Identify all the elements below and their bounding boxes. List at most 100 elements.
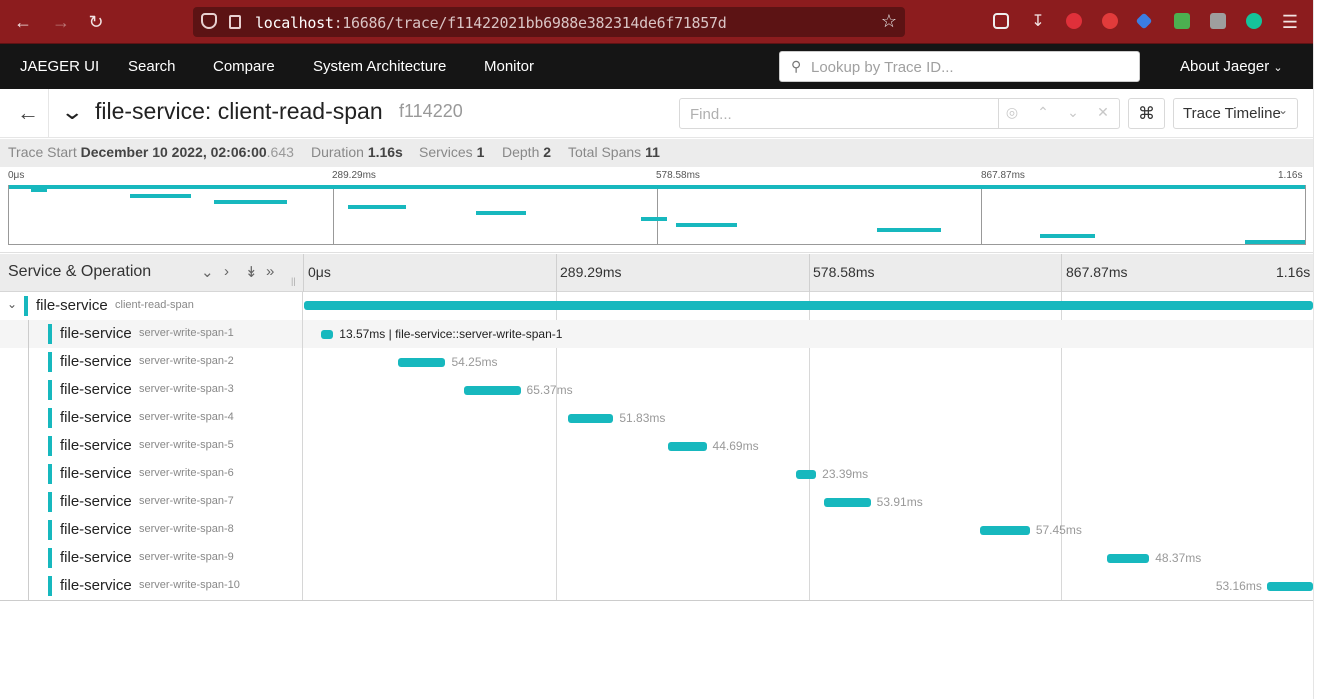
minimap-canvas[interactable] [8, 185, 1306, 245]
span-duration-bar[interactable] [568, 414, 614, 423]
column-resize-handle[interactable]: || [291, 276, 296, 286]
service-color-bar [48, 380, 52, 400]
minimap-tick: 1.16s [1278, 170, 1303, 181]
span-duration-bar[interactable] [979, 526, 1030, 535]
span-row[interactable]: file-service server-write-span-8 57.45ms [0, 516, 1313, 544]
locate-icon[interactable]: ◎ [1002, 104, 1022, 121]
span-duration-label: 44.69ms [712, 439, 759, 453]
depth-stat: Depth 2 [502, 144, 552, 160]
menu-hamburger-icon[interactable]: ☰ [1279, 11, 1301, 33]
span-duration-bar[interactable] [398, 358, 446, 367]
expand-toggle-icon[interactable]: ⌄ [7, 297, 17, 311]
service-name: file-service [60, 437, 132, 454]
expand-all-icon[interactable]: » [266, 263, 274, 280]
nav-search[interactable]: Search [128, 58, 176, 75]
extension-red-icon[interactable] [1066, 13, 1082, 29]
minimap-span-bar [1245, 240, 1305, 244]
expand-one-icon[interactable]: › [224, 263, 229, 280]
download-icon[interactable]: ↧ [1027, 11, 1049, 33]
tree-guide-line [28, 460, 29, 488]
operation-name: server-write-span-8 [139, 523, 234, 535]
view-mode-label: Trace Timeline [1183, 105, 1281, 122]
shield-icon[interactable] [201, 13, 217, 29]
nav-compare[interactable]: Compare [213, 58, 275, 75]
span-row[interactable]: file-service server-write-span-2 54.25ms [0, 348, 1313, 376]
timeline-tick: 0μs [308, 264, 331, 280]
keyboard-shortcuts-button[interactable]: ⌘ [1128, 98, 1165, 129]
trace-short-id: f114220 [399, 101, 463, 121]
reload-icon[interactable]: ↻ [85, 11, 107, 33]
span-name-cell[interactable]: file-service server-write-span-10 [0, 572, 303, 600]
span-row-root[interactable]: ⌄ file-service client-read-span [0, 292, 1313, 320]
extension-gray-icon[interactable] [1210, 13, 1226, 29]
address-bar[interactable]: localhost:16686/trace/f11422021bb6988e38… [193, 7, 905, 37]
span-row[interactable]: file-service server-write-span-5 44.69ms [0, 432, 1313, 460]
service-name: file-service [60, 493, 132, 510]
tree-guide-line [28, 404, 29, 432]
span-row[interactable]: file-service server-write-span-10 53.16ms [0, 572, 1313, 600]
command-key-icon: ⌘ [1138, 104, 1155, 123]
span-row[interactable]: file-service server-write-span-1 13.57ms |… [0, 320, 1313, 348]
minimap-span-bar [876, 228, 942, 233]
trace-minimap[interactable]: 0μs 289.29ms 578.58ms 867.87ms 1.16s [0, 167, 1313, 253]
span-name-cell[interactable]: file-service server-write-span-5 [0, 432, 303, 460]
span-duration-bar[interactable] [667, 442, 707, 451]
prev-match-icon[interactable]: ⌃ [1033, 104, 1053, 121]
span-name-cell[interactable]: ⌄ file-service client-read-span [0, 292, 303, 320]
span-duration-bar[interactable] [304, 301, 1313, 310]
forward-arrow-icon[interactable]: → [50, 11, 72, 33]
span-name-cell[interactable]: file-service server-write-span-3 [0, 376, 303, 404]
translate-extension-icon[interactable] [1102, 13, 1118, 29]
service-color-bar [48, 548, 52, 568]
service-color-bar [48, 464, 52, 484]
span-row[interactable]: file-service server-write-span-4 51.83ms [0, 404, 1313, 432]
span-duration-bar[interactable] [795, 470, 817, 479]
span-name-cell[interactable]: file-service server-write-span-4 [0, 404, 303, 432]
page-scrollbar[interactable] [1313, 0, 1323, 699]
span-row[interactable]: file-service server-write-span-6 23.39ms [0, 460, 1313, 488]
view-mode-select[interactable]: Trace Timeline ⌄ [1173, 98, 1298, 129]
header-divider [48, 89, 49, 138]
collapse-all-icon[interactable]: ↡ [245, 263, 258, 281]
next-match-icon[interactable]: ⌄ [1063, 104, 1083, 121]
span-duration-bar[interactable] [1266, 582, 1313, 591]
pocket-icon[interactable] [993, 13, 1009, 29]
trace-id-lookup-input[interactable]: ⚲ Lookup by Trace ID... [779, 51, 1140, 82]
about-jaeger-menu[interactable]: About Jaeger ⌄ [1180, 58, 1283, 75]
extension-green-icon[interactable] [1174, 13, 1190, 29]
jaeger-topnav: JAEGER UI Search Compare System Architec… [0, 44, 1313, 89]
brand-link[interactable]: JAEGER UI [20, 58, 99, 75]
span-row[interactable]: file-service server-write-span-9 48.37ms [0, 544, 1313, 572]
extension-blue-icon[interactable] [1135, 12, 1153, 30]
grammarly-icon[interactable] [1246, 13, 1262, 29]
tree-guide-line [28, 376, 29, 404]
span-duration-label: 53.16ms [1215, 579, 1262, 593]
clear-find-icon[interactable]: ✕ [1093, 104, 1113, 121]
span-name-cell[interactable]: file-service server-write-span-7 [0, 488, 303, 516]
span-duration-bar[interactable] [463, 386, 521, 395]
back-icon[interactable]: ← [17, 100, 39, 126]
span-name-cell[interactable]: file-service server-write-span-1 [0, 320, 303, 348]
tree-guide-line [28, 544, 29, 572]
span-name-cell[interactable]: file-service server-write-span-8 [0, 516, 303, 544]
span-name-cell[interactable]: file-service server-write-span-9 [0, 544, 303, 572]
minimap-span-bar [676, 222, 737, 227]
bookmark-star-icon[interactable]: ☆ [881, 11, 897, 32]
tree-guide-line [28, 488, 29, 516]
nav-system-architecture[interactable]: System Architecture [313, 58, 446, 75]
span-duration-bar[interactable] [1107, 554, 1150, 563]
find-input[interactable]: Find... [679, 98, 999, 129]
operation-name: client-read-span [115, 299, 194, 311]
nav-monitor[interactable]: Monitor [484, 58, 534, 75]
collapse-chevron-icon[interactable]: ⌄ [60, 99, 84, 125]
column-divider[interactable] [303, 254, 304, 292]
span-row[interactable]: file-service server-write-span-7 53.91ms [0, 488, 1313, 516]
service-name: file-service [60, 521, 132, 538]
collapse-one-icon[interactable]: ⌄ [201, 263, 214, 281]
span-name-cell[interactable]: file-service server-write-span-6 [0, 460, 303, 488]
back-arrow-icon[interactable]: ← [12, 11, 34, 33]
span-duration-bar[interactable] [823, 498, 871, 507]
span-row[interactable]: file-service server-write-span-3 65.37ms [0, 376, 1313, 404]
span-duration-bar[interactable] [321, 330, 334, 339]
span-name-cell[interactable]: file-service server-write-span-2 [0, 348, 303, 376]
